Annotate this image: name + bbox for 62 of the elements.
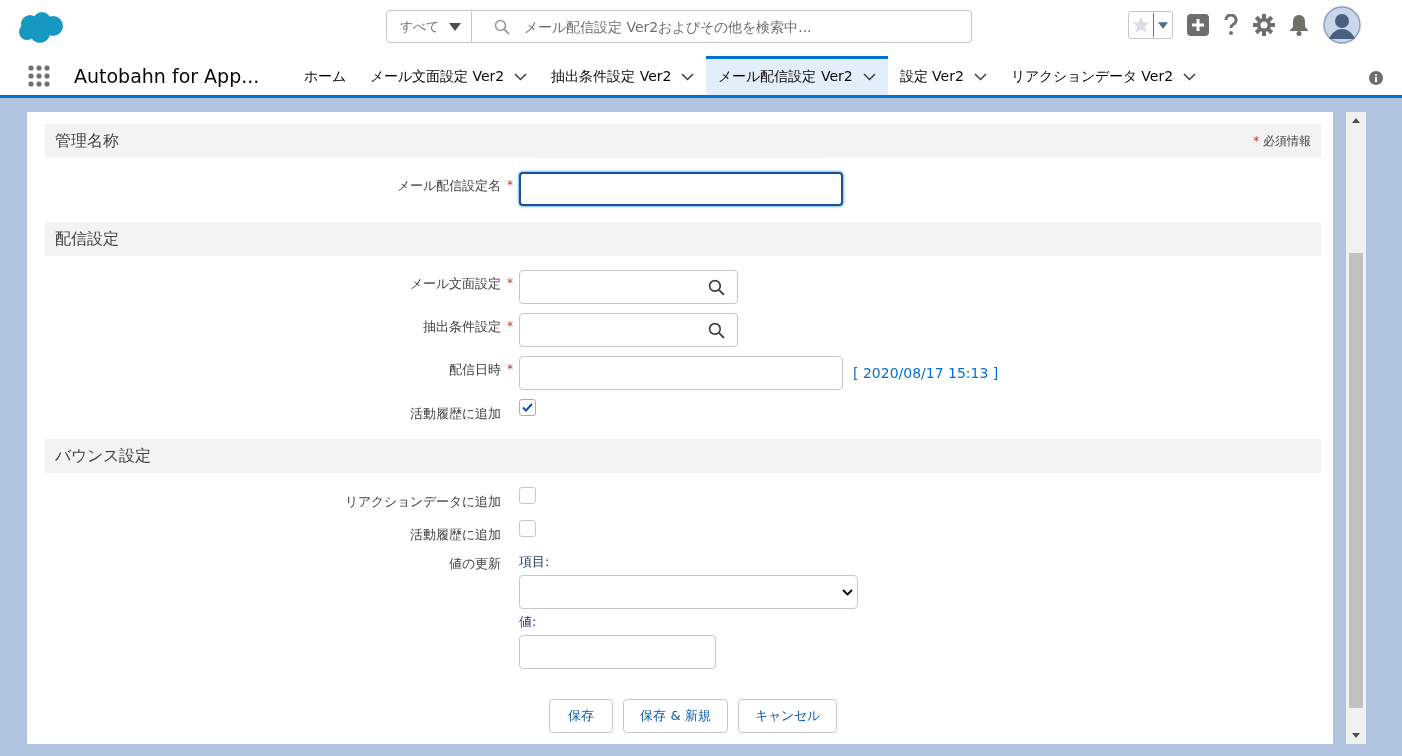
field-label: リアクションデータに追加	[344, 493, 502, 511]
chevron-down-icon	[1183, 73, 1197, 81]
plus-icon[interactable]	[1187, 14, 1209, 36]
nav-tab[interactable]: リアクションデータ Ver2	[998, 56, 1209, 95]
app-launcher-icon[interactable]	[28, 64, 50, 87]
caret-icon	[449, 22, 461, 31]
datetime-field[interactable]	[519, 356, 843, 390]
nav-tab[interactable]: メール文面設定 Ver2	[358, 56, 540, 95]
select-field[interactable]	[519, 575, 858, 609]
nav-tab[interactable]: メール配信設定 Ver2	[706, 56, 888, 95]
chevron-down-icon	[842, 588, 853, 596]
cloud-logo[interactable]	[18, 12, 64, 44]
value-field[interactable]	[519, 635, 716, 669]
form-button[interactable]: キャンセル	[737, 699, 837, 733]
chevron-down-icon	[973, 73, 987, 81]
nav-tab[interactable]: 抽出条件設定 Ver2	[539, 56, 707, 95]
search-icon	[494, 18, 510, 35]
section-title: バウンス設定	[55, 445, 151, 467]
favorites-button[interactable]	[1128, 11, 1173, 39]
field-label: 活動履歴に追加	[409, 526, 502, 544]
scrollbar[interactable]	[1346, 112, 1366, 744]
caret-icon	[1158, 21, 1168, 29]
field-label: 活動履歴に追加	[409, 405, 502, 423]
field-label: メール配信設定名 *	[396, 177, 514, 195]
scroll-up-icon[interactable]	[1352, 118, 1360, 123]
bell-icon[interactable]	[1289, 14, 1309, 36]
required-note: * 必須情報	[1253, 132, 1311, 150]
search-input[interactable]: メール配信設定 Ver2およびその他を検索中...	[522, 17, 971, 36]
text-field[interactable]	[519, 172, 843, 206]
form-button[interactable]: 保存 & 新規	[623, 699, 728, 733]
checkbox[interactable]	[519, 520, 536, 537]
chevron-down-icon	[514, 73, 528, 81]
lookup-field[interactable]	[519, 270, 738, 304]
checkbox[interactable]	[519, 399, 536, 416]
chevron-down-icon	[681, 73, 695, 81]
checkbox[interactable]	[519, 487, 536, 504]
avatar-icon[interactable]	[1323, 6, 1361, 44]
field-label: メール文面設定 *	[409, 275, 514, 293]
field-label: 値の更新	[448, 555, 502, 573]
section-title: 管理名称	[55, 130, 119, 152]
section-title: 配信設定	[55, 228, 119, 250]
settings-icon[interactable]	[1253, 14, 1275, 36]
nav-tab[interactable]: 設定 Ver2	[887, 56, 999, 95]
search-scope-dropdown[interactable]: すべて	[386, 10, 472, 43]
chevron-down-icon	[862, 73, 876, 81]
lookup-field[interactable]	[519, 313, 738, 347]
scroll-down-icon[interactable]	[1352, 733, 1360, 738]
search-icon	[708, 278, 725, 296]
nav-tab[interactable]: ホーム	[292, 56, 358, 95]
field-label: 値:	[519, 613, 537, 631]
info-icon[interactable]	[1369, 71, 1383, 85]
search-icon	[708, 321, 725, 339]
help-icon[interactable]	[1223, 14, 1239, 36]
star-icon	[1132, 16, 1150, 34]
field-label: 抽出条件設定 *	[422, 318, 514, 336]
checkmark-icon	[522, 403, 533, 412]
field-label: 項目:	[519, 553, 550, 571]
field-label: 配信日時 *	[448, 361, 514, 379]
app-name: Autobahn for App...	[74, 64, 261, 87]
current-datetime-link[interactable]: [ 2020/08/17 15:13 ]	[853, 365, 999, 381]
search-field[interactable]: メール配信設定 Ver2およびその他を検索中...	[472, 10, 972, 43]
form-button[interactable]: 保存	[549, 699, 614, 733]
